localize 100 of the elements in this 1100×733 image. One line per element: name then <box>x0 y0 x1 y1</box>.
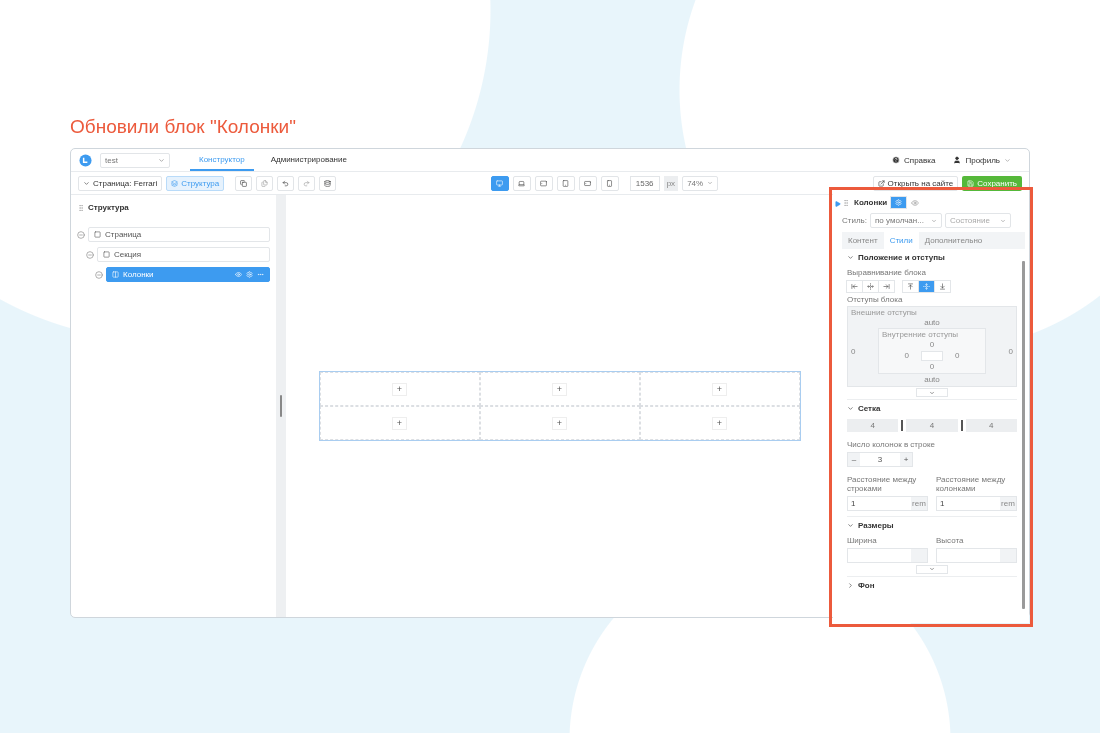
style-label: Стиль: <box>842 215 867 226</box>
section-header[interactable]: Фон <box>847 575 1017 594</box>
logo-icon <box>79 153 92 167</box>
tree-item[interactable]: Страница <box>88 227 270 242</box>
tree-item[interactable]: Секция <box>97 247 270 262</box>
margin-value[interactable]: 0 <box>851 345 856 357</box>
chevron-down-icon <box>847 405 854 413</box>
panel-title: Структура <box>77 203 270 212</box>
columns-icon <box>112 271 119 278</box>
tab[interactable]: Контент <box>842 232 884 249</box>
chevron-down-icon <box>929 389 935 396</box>
collapse-icon[interactable] <box>77 230 85 239</box>
chevron-down-icon <box>847 254 854 261</box>
device-button[interactable] <box>490 175 509 191</box>
chevron-down-icon <box>158 156 165 164</box>
decrement-button[interactable]: – <box>848 452 860 466</box>
nav-tab[interactable]: Администрирование <box>261 149 356 171</box>
database-button[interactable] <box>319 175 337 191</box>
help-link[interactable]: Справка <box>892 155 936 165</box>
inner-label: Внутренние отступы <box>882 330 958 340</box>
chevron-right-icon <box>847 581 854 589</box>
undo-button[interactable] <box>277 175 295 191</box>
padding-value[interactable]: 0 <box>904 350 909 362</box>
redo-button[interactable] <box>298 175 316 191</box>
chevron-down-icon <box>1004 156 1011 164</box>
add-button[interactable]: + <box>712 416 727 430</box>
align-button[interactable] <box>934 279 951 293</box>
unit-label: rem <box>911 496 927 510</box>
column-width[interactable]: 4 <box>965 419 1017 433</box>
settings-button[interactable] <box>890 196 908 209</box>
copy-button[interactable] <box>235 175 253 191</box>
add-button[interactable]: + <box>392 416 407 430</box>
section-header[interactable]: Положение и отступы <box>847 249 1017 266</box>
phone-icon <box>606 179 614 187</box>
external-link-icon <box>877 179 885 187</box>
content-box <box>921 350 943 361</box>
project-select[interactable]: test <box>100 152 170 168</box>
column-width[interactable]: 4 <box>906 419 958 433</box>
zoom-select[interactable]: 74% <box>682 175 719 191</box>
collapse-icon[interactable] <box>95 270 103 279</box>
panel-title: Колонки <box>854 198 888 207</box>
width-field[interactable]: 1536 <box>629 175 660 191</box>
collapse-icon[interactable] <box>834 201 841 207</box>
column-gap-field[interactable]: 1 rem <box>936 495 1017 511</box>
chevron-down-icon <box>929 566 935 573</box>
duplicate-button[interactable] <box>256 175 274 191</box>
chevron-down-icon <box>707 180 714 186</box>
field-label: Число колонок в строке <box>847 440 936 450</box>
layers-icon <box>171 179 179 187</box>
height-field[interactable] <box>936 547 1017 563</box>
undo-icon <box>282 179 290 187</box>
section-header[interactable]: Сетка <box>847 399 1017 418</box>
monitor-icon <box>496 179 504 187</box>
page-select[interactable]: Страница: Ferrari <box>78 175 163 191</box>
column-width[interactable]: 4 <box>847 419 899 433</box>
laptop-icon <box>518 179 526 187</box>
margin-value[interactable]: auto <box>924 317 940 329</box>
collapse-icon[interactable] <box>86 250 94 259</box>
padding-value[interactable]: 0 <box>955 350 960 362</box>
padding-value[interactable]: 0 <box>929 361 935 373</box>
files-icon <box>261 179 269 187</box>
chevron-down-icon <box>847 521 854 529</box>
align-button[interactable] <box>878 279 895 293</box>
resize-handle[interactable] <box>280 395 282 417</box>
field-label: Расстояние между строками <box>847 474 918 494</box>
drag-icon <box>77 203 85 212</box>
increment-button[interactable]: + <box>900 452 912 466</box>
copy-icon <box>240 179 248 187</box>
expand-button[interactable] <box>916 388 948 398</box>
add-button[interactable]: + <box>552 416 567 430</box>
tab[interactable]: Дополнительно <box>918 232 1025 249</box>
database-icon <box>324 179 332 187</box>
unit-label: px <box>663 175 679 191</box>
profile-menu[interactable]: Профиль <box>953 155 1011 165</box>
margin-value[interactable]: 0 <box>1008 345 1013 357</box>
add-button[interactable]: + <box>392 382 407 396</box>
field-label: Расстояние между колонками <box>936 474 1007 494</box>
eye-icon[interactable] <box>911 198 920 207</box>
align-middle-icon <box>923 282 930 290</box>
add-button[interactable]: + <box>712 382 727 396</box>
add-button[interactable]: + <box>552 382 567 396</box>
chevron-down-icon <box>83 179 90 187</box>
margin-value[interactable]: auto <box>924 374 940 386</box>
row-gap-field[interactable]: 1 rem <box>847 495 928 511</box>
style-select[interactable]: по умолчан... <box>869 213 942 228</box>
field-label: Высота <box>936 535 965 546</box>
align-right-icon <box>883 282 890 290</box>
tablet-icon <box>540 179 548 187</box>
width-field[interactable] <box>847 547 928 563</box>
column-count-stepper[interactable]: – 3 + <box>847 451 913 467</box>
section-header[interactable]: Размеры <box>847 515 1017 534</box>
align-left-icon <box>851 282 858 290</box>
user-icon <box>953 156 962 164</box>
expand-button[interactable] <box>916 564 948 574</box>
padding-value[interactable]: 0 <box>929 339 935 351</box>
unit-label: rem <box>1000 496 1016 510</box>
heading: Обновили блок "Колонки" <box>70 116 297 138</box>
scrollbar[interactable] <box>1022 261 1025 609</box>
tablet-icon <box>562 179 570 187</box>
align-top-icon <box>907 282 914 290</box>
